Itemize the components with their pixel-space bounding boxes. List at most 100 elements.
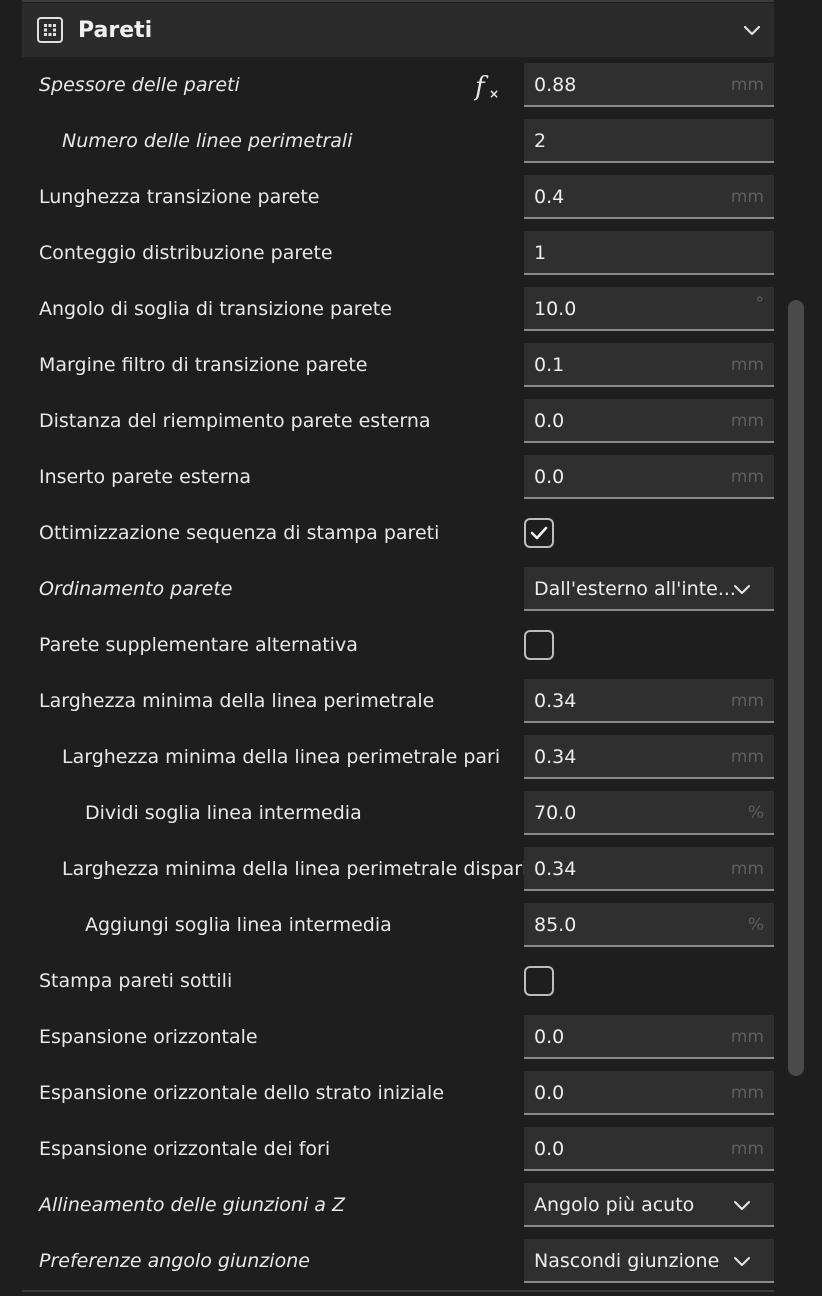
unit-label: mm (730, 1083, 764, 1103)
setting-row-wall-transition-angle: Angolo di soglia di transizione parete 10… (22, 281, 774, 337)
setting-label: Inserto parete esterna (39, 466, 252, 488)
setting-input[interactable]: 10.0 ° (524, 287, 774, 331)
setting-label: Aggiungi soglia linea intermedia (85, 914, 392, 936)
setting-label: Numero delle linee perimetrali (62, 130, 353, 152)
input-value: 0.1 (534, 354, 565, 376)
setting-row-min-even-wall-line-width: Larghezza minima della linea perimetrale… (22, 729, 774, 785)
section-title: Pareti (78, 17, 153, 43)
setting-input[interactable]: 0.34 mm (524, 679, 774, 723)
setting-input[interactable]: 85.0% (524, 903, 774, 947)
setting-row-wall-thickness: Spessore delle pareti f × 0.88 mm (22, 57, 774, 113)
formula-icon[interactable]: f × (473, 71, 502, 102)
setting-row-wall-distribution-count: Conteggio distribuzione parete 1 (22, 225, 774, 281)
unit-label: mm (730, 355, 764, 375)
input-value: 0.34 (534, 746, 577, 768)
setting-checkbox[interactable] (524, 630, 554, 660)
setting-label: Larghezza minima della linea perimetrale (39, 690, 435, 712)
setting-input[interactable]: 0.1 mm (524, 343, 774, 387)
input-value: 0.0 (534, 410, 565, 432)
input-value: 10.0 (534, 298, 577, 320)
unit-label: mm (730, 187, 764, 207)
dropdown-value: Nascondi giunzione (534, 1250, 720, 1272)
input-value: 0.4 (534, 186, 565, 208)
setting-dropdown[interactable]: Angolo più acuto (524, 1183, 774, 1227)
setting-label: Larghezza minima della linea perimetrale… (62, 746, 501, 768)
unit-label: mm (730, 859, 764, 879)
setting-row-wall-ordering: Ordinamento parete Dall'esterno all'inte.… (22, 561, 774, 617)
setting-label: Preferenze angolo giunzione (39, 1250, 310, 1272)
setting-row-seam-corner-pref: Preferenze angolo giunzione Nascondi giun… (22, 1233, 774, 1289)
unit-label: % (747, 803, 764, 823)
unit-label: mm (730, 1027, 764, 1047)
setting-label: Espansione orizzontale (39, 1026, 258, 1048)
settings-list: Spessore delle pareti f × 0.88 mm Numero dell… (22, 57, 774, 1289)
setting-row-print-thin-walls: Stampa pareti sottili (22, 953, 774, 1009)
setting-label: Margine filtro di transizione parete (39, 354, 368, 376)
setting-input[interactable]: 2 (524, 119, 774, 163)
setting-input[interactable]: 0.0 mm (524, 1127, 774, 1171)
setting-checkbox[interactable] (524, 966, 554, 996)
unit-label: mm (730, 75, 764, 95)
setting-input[interactable]: 0.0 mm (524, 399, 774, 443)
setting-checkbox[interactable] (524, 518, 554, 548)
chevron-down-icon[interactable] (740, 18, 764, 42)
walls-grid-icon (37, 17, 63, 43)
setting-dropdown[interactable]: Dall'esterno all'inte... (524, 567, 774, 611)
dropdown-value: Dall'esterno all'inte... (534, 578, 736, 600)
setting-label: Stampa pareti sottili (39, 970, 233, 992)
setting-row-horizontal-expansion: Espansione orizzontale 0.0 mm (22, 1009, 774, 1065)
section-bottom-divider (22, 1290, 774, 1292)
setting-row-outer-wall-wipe: Distanza del riempimento parete esterna 0… (22, 393, 774, 449)
setting-label: Parete supplementare alternativa (39, 634, 358, 656)
input-value: 0.34 (534, 858, 577, 880)
setting-input[interactable]: 0.34 mm (524, 735, 774, 779)
setting-row-outer-wall-inset: Inserto parete esterna 0.0 mm (22, 449, 774, 505)
setting-label: Ordinamento parete (39, 578, 233, 600)
setting-row-wall-line-count: Numero delle linee perimetrali 2 (22, 113, 774, 169)
setting-label: Distanza del riempimento parete esterna (39, 410, 431, 432)
section-header-walls[interactable]: Pareti (22, 3, 774, 57)
setting-label: Angolo di soglia di transizione parete (39, 298, 392, 320)
input-value: 0.0 (534, 1082, 565, 1104)
setting-label: Conteggio distribuzione parete (39, 242, 333, 264)
setting-input[interactable]: 0.88 mm (524, 63, 774, 107)
setting-row-add-middle-line: Aggiungi soglia linea intermedia 85.0% (22, 897, 774, 953)
setting-input[interactable]: 0.0 mm (524, 455, 774, 499)
setting-row-optimize-wall-order: Ottimizzazione sequenza di stampa pareti (22, 505, 774, 561)
dropdown-value: Angolo più acuto (534, 1194, 695, 1216)
chevron-down-icon (734, 1257, 750, 1266)
setting-row-wall-transition-length: Lunghezza transizione parete 0.4 mm (22, 169, 774, 225)
scrollbar-thumb[interactable] (788, 300, 804, 1076)
input-value: 2 (534, 130, 547, 152)
setting-row-hole-expansion: Espansione orizzontale dei fori 0.0 mm (22, 1121, 774, 1177)
input-value: 0.0 (534, 466, 565, 488)
unit-label: % (747, 915, 764, 935)
input-value: 0.0 (534, 1026, 565, 1048)
setting-input[interactable]: 70.0% (524, 791, 774, 835)
setting-dropdown[interactable]: Nascondi giunzione (524, 1239, 774, 1283)
setting-row-split-middle-line: Dividi soglia linea intermedia 70.0% (22, 785, 774, 841)
unit-label: ° (755, 294, 765, 314)
unit-label: mm (730, 1139, 764, 1159)
unit-label: mm (730, 467, 764, 487)
setting-input[interactable]: 1 (524, 231, 774, 275)
input-value: 0.0 (534, 1138, 565, 1160)
setting-input[interactable]: 0.4 mm (524, 175, 774, 219)
setting-label: Larghezza minima della linea perimetrale… (62, 858, 528, 880)
chevron-down-icon (734, 1201, 750, 1210)
chevron-down-icon (734, 585, 750, 594)
setting-row-wall-transition-filter: Margine filtro di transizione parete 0.1 m… (22, 337, 774, 393)
setting-label: Lunghezza transizione parete (39, 186, 320, 208)
setting-input[interactable]: 0.0 mm (524, 1071, 774, 1115)
setting-label: Dividi soglia linea intermedia (85, 802, 362, 824)
scrollbar[interactable] (788, 300, 804, 1076)
unit-label: mm (730, 691, 764, 711)
setting-input[interactable]: 0.34 mm (524, 847, 774, 891)
input-value: 85.0 (534, 914, 577, 936)
input-value: 70.0 (534, 802, 577, 824)
input-value: 0.34 (534, 690, 577, 712)
setting-label: Espansione orizzontale dello strato iniz… (39, 1082, 445, 1104)
setting-label: Spessore delle pareti (39, 74, 240, 96)
setting-row-z-seam-alignment: Allineamento delle giunzioni a Z Angolo p… (22, 1177, 774, 1233)
setting-input[interactable]: 0.0 mm (524, 1015, 774, 1059)
